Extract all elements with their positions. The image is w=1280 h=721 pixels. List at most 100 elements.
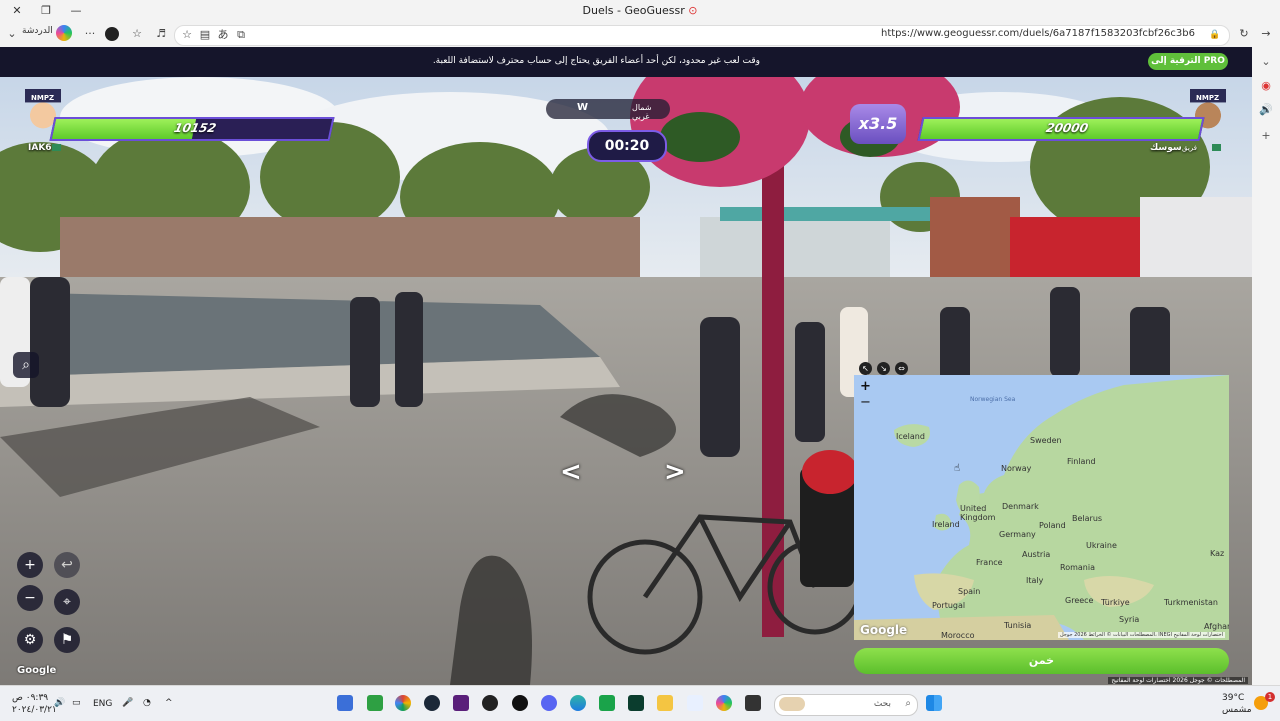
map-label-syria: Syria	[1119, 615, 1140, 624]
upgrade-pro-button[interactable]: الترقية إلى PRO	[1148, 53, 1228, 70]
pan-left-arrow[interactable]: <	[560, 457, 582, 487]
map-label-germany: Germany	[999, 530, 1036, 539]
taskbar-app-obs-icon[interactable]	[482, 695, 498, 711]
round-timer: 00:20	[587, 130, 667, 162]
taskbar-app-explorer-icon[interactable]	[657, 695, 673, 711]
taskbar-date[interactable]: ٢٠٢٤/٠٣/٢١	[12, 705, 57, 715]
taskbar-app-files-icon[interactable]	[337, 695, 353, 711]
zoom-out-button[interactable]: −	[17, 585, 43, 611]
map-label-afghanistan: Afghar	[1204, 622, 1229, 631]
tray-mic-icon[interactable]: 🎤	[122, 698, 133, 708]
more-icon[interactable]: ···	[82, 26, 98, 42]
compass-direction: W	[577, 102, 589, 113]
right-player-health-bar: 20000	[917, 117, 1205, 141]
map-label-norway: Norway	[1001, 464, 1032, 473]
map-label-france: France	[976, 558, 1003, 567]
map-attribution[interactable]: المصطلحات البيانات © الخرائط 2026 جوجل، …	[1057, 632, 1225, 638]
map-label-poland: Poland	[1039, 521, 1066, 530]
banner-message: وقت لعب غير محدود، لكن أحد أعضاء الفريق …	[432, 56, 760, 66]
chat-button[interactable]: الدردشة	[22, 26, 53, 36]
favorites-icon[interactable]: ☆	[129, 26, 145, 42]
taskbar-app-copilot-icon[interactable]	[716, 695, 732, 711]
street-view-attribution[interactable]: المصطلحات © جوجل 2026 اختصارات لوحة المف…	[1108, 677, 1248, 684]
weather-description[interactable]: مشمس	[1222, 705, 1252, 715]
compass[interactable]: W شمال غربي	[546, 99, 670, 121]
tray-wifi-icon[interactable]: ◔	[143, 698, 151, 708]
window-title-text: Duels - GeoGuessr	[582, 4, 685, 17]
reader-mode-icon[interactable]: ▤	[197, 27, 213, 43]
taskbar-app-next-icon[interactable]	[453, 695, 469, 711]
google-watermark: Google	[17, 665, 57, 676]
left-avatar-label: NMPZ	[31, 94, 55, 102]
map-label-kazakhstan: Kaz	[1210, 549, 1225, 558]
taskbar-search[interactable]: بحث ⌕	[774, 694, 918, 716]
guess-map[interactable]: + − Norwegian Sea Iceland Sweden Norway …	[854, 375, 1229, 640]
reload-icon[interactable]: ↻	[1236, 26, 1252, 42]
pan-right-arrow[interactable]: >	[664, 457, 686, 487]
forward-icon[interactable]: →	[1258, 26, 1274, 42]
map-label-ukraine: Ukraine	[1086, 541, 1117, 550]
extensions-icon[interactable]: ♬	[153, 26, 169, 42]
taskbar-app-terminal-icon[interactable]	[628, 695, 644, 711]
start-windows-icon[interactable]	[926, 695, 942, 711]
map-label-turkmenistan: Turkmenistan	[1164, 598, 1218, 607]
map-cursor-hand-icon: ☝	[954, 463, 961, 474]
map-label-denmark: Denmark	[1002, 502, 1039, 511]
taskbar-app-discord-icon[interactable]	[541, 695, 557, 711]
map-label-portugal: Portugal	[932, 601, 966, 610]
translate-icon[interactable]: あ	[215, 27, 231, 43]
chevron-down-icon[interactable]: ⌄	[4, 26, 20, 42]
lock-icon[interactable]: 🔒	[1207, 27, 1223, 43]
taskbar-language[interactable]: ENG	[93, 699, 112, 709]
map-zoom-in-button[interactable]: +	[860, 379, 871, 394]
tray-battery-icon[interactable]: ▭	[72, 698, 81, 708]
search-icon: ⌕	[905, 698, 911, 709]
speaker-icon[interactable]: 🔊	[1258, 103, 1274, 119]
map-pin-toggle-icon[interactable]: ⇔	[895, 362, 908, 375]
chevron-down-icon[interactable]: ⌄	[1258, 55, 1274, 71]
undo-icon[interactable]: ↩	[54, 552, 80, 578]
taskbar-app-window-icon[interactable]	[745, 695, 761, 711]
right-avatar-label: NMPZ	[1196, 94, 1220, 102]
profile-avatar[interactable]	[105, 27, 119, 41]
taskbar-app-excel-icon[interactable]	[599, 695, 615, 711]
checkpoint-icon[interactable]: ⌖	[54, 589, 80, 615]
guess-button[interactable]: خمن	[854, 648, 1229, 674]
left-player-flag-icon	[52, 144, 61, 151]
left-player-health-bar: 10152	[49, 117, 335, 141]
taskbar-app-store-icon[interactable]	[687, 695, 703, 711]
right-player-name[interactable]: سوسك	[1150, 143, 1182, 153]
map-label-belarus: Belarus	[1072, 514, 1103, 523]
add-icon[interactable]: +	[1258, 129, 1274, 145]
add-favorite-icon[interactable]: ☆	[179, 27, 195, 43]
taskbar-app-chrome-icon[interactable]	[395, 695, 411, 711]
copilot-icon[interactable]	[56, 25, 72, 41]
screenshot-icon[interactable]: ⌕	[13, 352, 39, 378]
taskbar-app-edge-icon[interactable]	[570, 695, 586, 711]
window-title: Duels - GeoGuessr ⊙	[0, 4, 1280, 17]
tray-expand-icon[interactable]: ^	[165, 698, 173, 708]
taskbar-app-android-icon[interactable]	[367, 695, 383, 711]
left-player-health-text: 10152	[172, 121, 218, 135]
map-shrink-icon[interactable]: ↘	[877, 362, 890, 375]
tab-icon[interactable]: ⧉	[233, 27, 249, 43]
zoom-in-button[interactable]: +	[17, 552, 43, 578]
taskbar-search-label: بحث	[873, 699, 891, 709]
map-expand-icon[interactable]: ↖	[859, 362, 872, 375]
settings-icon[interactable]: ⚙	[17, 627, 43, 653]
map-label-spain: Spain	[958, 587, 981, 596]
return-to-start-flag-icon[interactable]: ⚑	[54, 627, 80, 653]
map-label-finland: Finland	[1067, 457, 1096, 466]
weather-temperature[interactable]: 39°C	[1222, 693, 1244, 703]
url-text[interactable]: https://www.geoguessr.com/duels/6a7187f1…	[881, 28, 1195, 39]
left-player-name[interactable]: IAK6	[28, 143, 52, 153]
taskbar-app-steam-icon[interactable]	[424, 695, 440, 711]
map-zoom-out-button[interactable]: −	[860, 395, 871, 410]
address-bar[interactable]: ☆ ▤ あ ⧉ https://www.geoguessr.com/duels/…	[174, 25, 1230, 46]
map-label-italy: Italy	[1026, 576, 1044, 585]
map-pin-icon[interactable]: ◉	[1258, 79, 1274, 95]
taskbar-time[interactable]: ٠٩:٣٩ ص	[12, 693, 48, 703]
taskbar-app-github-icon[interactable]	[512, 695, 528, 711]
browser-toolbar: ⌄ الدردشة ··· ☆ ♬ ☆ ▤ あ ⧉ https://www.ge…	[0, 22, 1280, 47]
tray-speaker-icon[interactable]: 🔊	[54, 698, 65, 708]
